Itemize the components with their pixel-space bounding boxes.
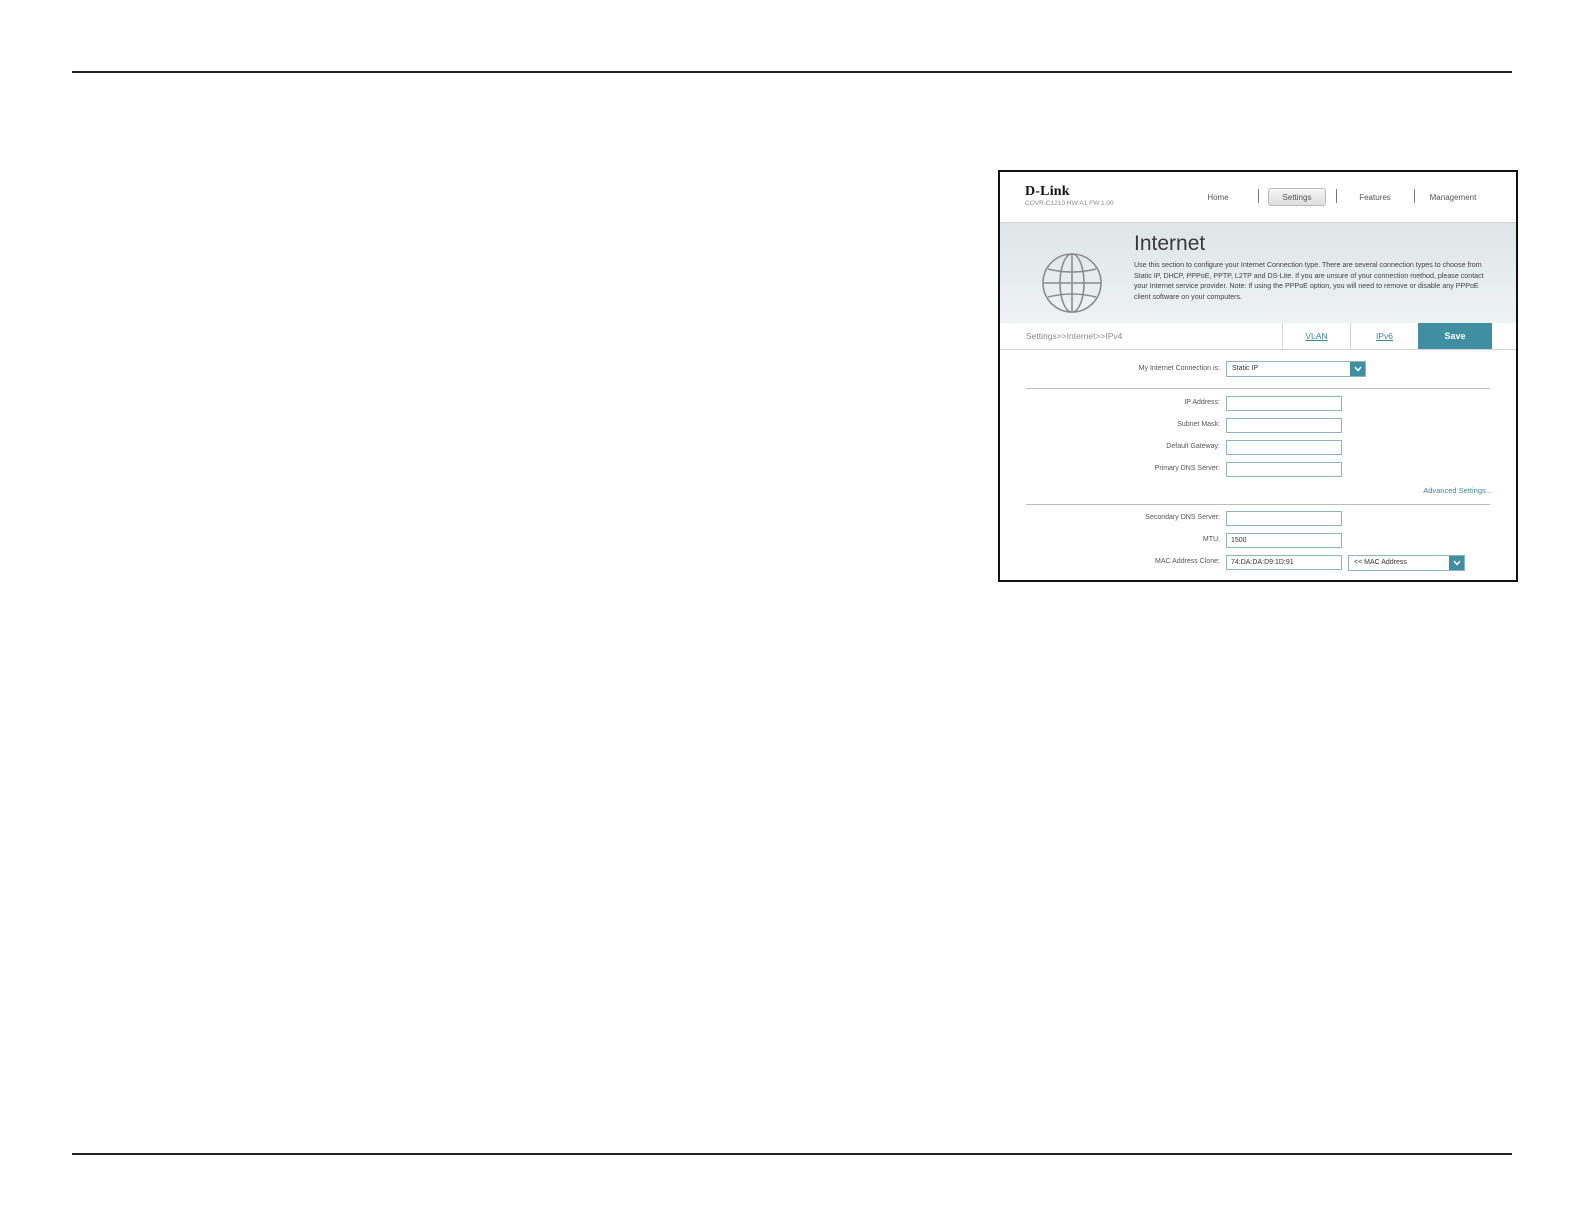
connection-type-select[interactable]: Static IP	[1226, 361, 1366, 377]
page-description: Use this section to configure your Inter…	[1134, 261, 1484, 301]
page-banner: Internet Use this section to configure y…	[1000, 223, 1516, 323]
router-settings-screenshot: D-Link COVR-C1210 HW:A1 FW:1.00 Home Set…	[998, 170, 1518, 582]
mac-clone-select-value: << MAC Address	[1354, 559, 1407, 566]
page-title: Internet	[1134, 232, 1206, 255]
save-button[interactable]: Save	[1418, 323, 1492, 349]
page-bottom-rule	[72, 1153, 1512, 1155]
connection-type-label: My Internet Connection is:	[1138, 365, 1220, 372]
hardware-info: COVR-C1210 HW:A1 FW:1.00	[1025, 200, 1114, 207]
secondary-dns-input[interactable]	[1226, 511, 1342, 526]
default-gateway-input[interactable]	[1226, 440, 1342, 455]
advanced-settings-link[interactable]: Advanced Settings...	[1423, 486, 1492, 495]
nav-separator	[1336, 189, 1337, 203]
section-divider	[1026, 388, 1490, 389]
tab-ipv6[interactable]: IPv6	[1350, 323, 1418, 349]
default-gateway-label: Default Gateway:	[1166, 443, 1220, 450]
primary-dns-label: Primary DNS Server:	[1154, 465, 1220, 472]
subnet-mask-input[interactable]	[1226, 418, 1342, 433]
breadcrumb: Settings>>Internet>>IPv4	[1026, 331, 1123, 341]
mac-clone-input[interactable]	[1226, 555, 1342, 570]
mac-clone-select[interactable]: << MAC Address	[1348, 555, 1465, 571]
page-top-rule	[72, 71, 1512, 73]
ip-address-label: IP Address:	[1184, 399, 1220, 406]
dlink-logo: D-Link	[1025, 184, 1070, 199]
nav-home[interactable]: Home	[1196, 188, 1240, 206]
globe-icon	[1042, 253, 1102, 313]
tab-vlan[interactable]: VLAN	[1282, 323, 1350, 349]
ip-address-input[interactable]	[1226, 396, 1342, 411]
mtu-input[interactable]	[1226, 533, 1342, 548]
subnet-mask-label: Subnet Mask:	[1177, 421, 1220, 428]
secondary-dns-label: Secondary DNS Server:	[1145, 514, 1220, 521]
section-divider	[1026, 504, 1490, 505]
nav-separator	[1258, 189, 1259, 203]
connection-type-value: Static IP	[1232, 365, 1259, 372]
primary-dns-input[interactable]	[1226, 462, 1342, 477]
nav-settings[interactable]: Settings	[1268, 188, 1326, 206]
top-bar: D-Link COVR-C1210 HW:A1 FW:1.00 Home Set…	[1000, 172, 1516, 223]
mac-clone-label: MAC Address Clone:	[1155, 558, 1220, 565]
breadcrumb-row: Settings>>Internet>>IPv4 VLAN IPv6 Save	[1000, 323, 1516, 350]
nav-features[interactable]: Features	[1350, 188, 1400, 206]
mtu-label: MTU:	[1202, 536, 1220, 543]
chevron-down-icon[interactable]	[1350, 362, 1365, 376]
nav-management[interactable]: Management	[1420, 188, 1486, 206]
nav-separator	[1414, 189, 1415, 203]
chevron-down-icon[interactable]	[1449, 556, 1464, 570]
